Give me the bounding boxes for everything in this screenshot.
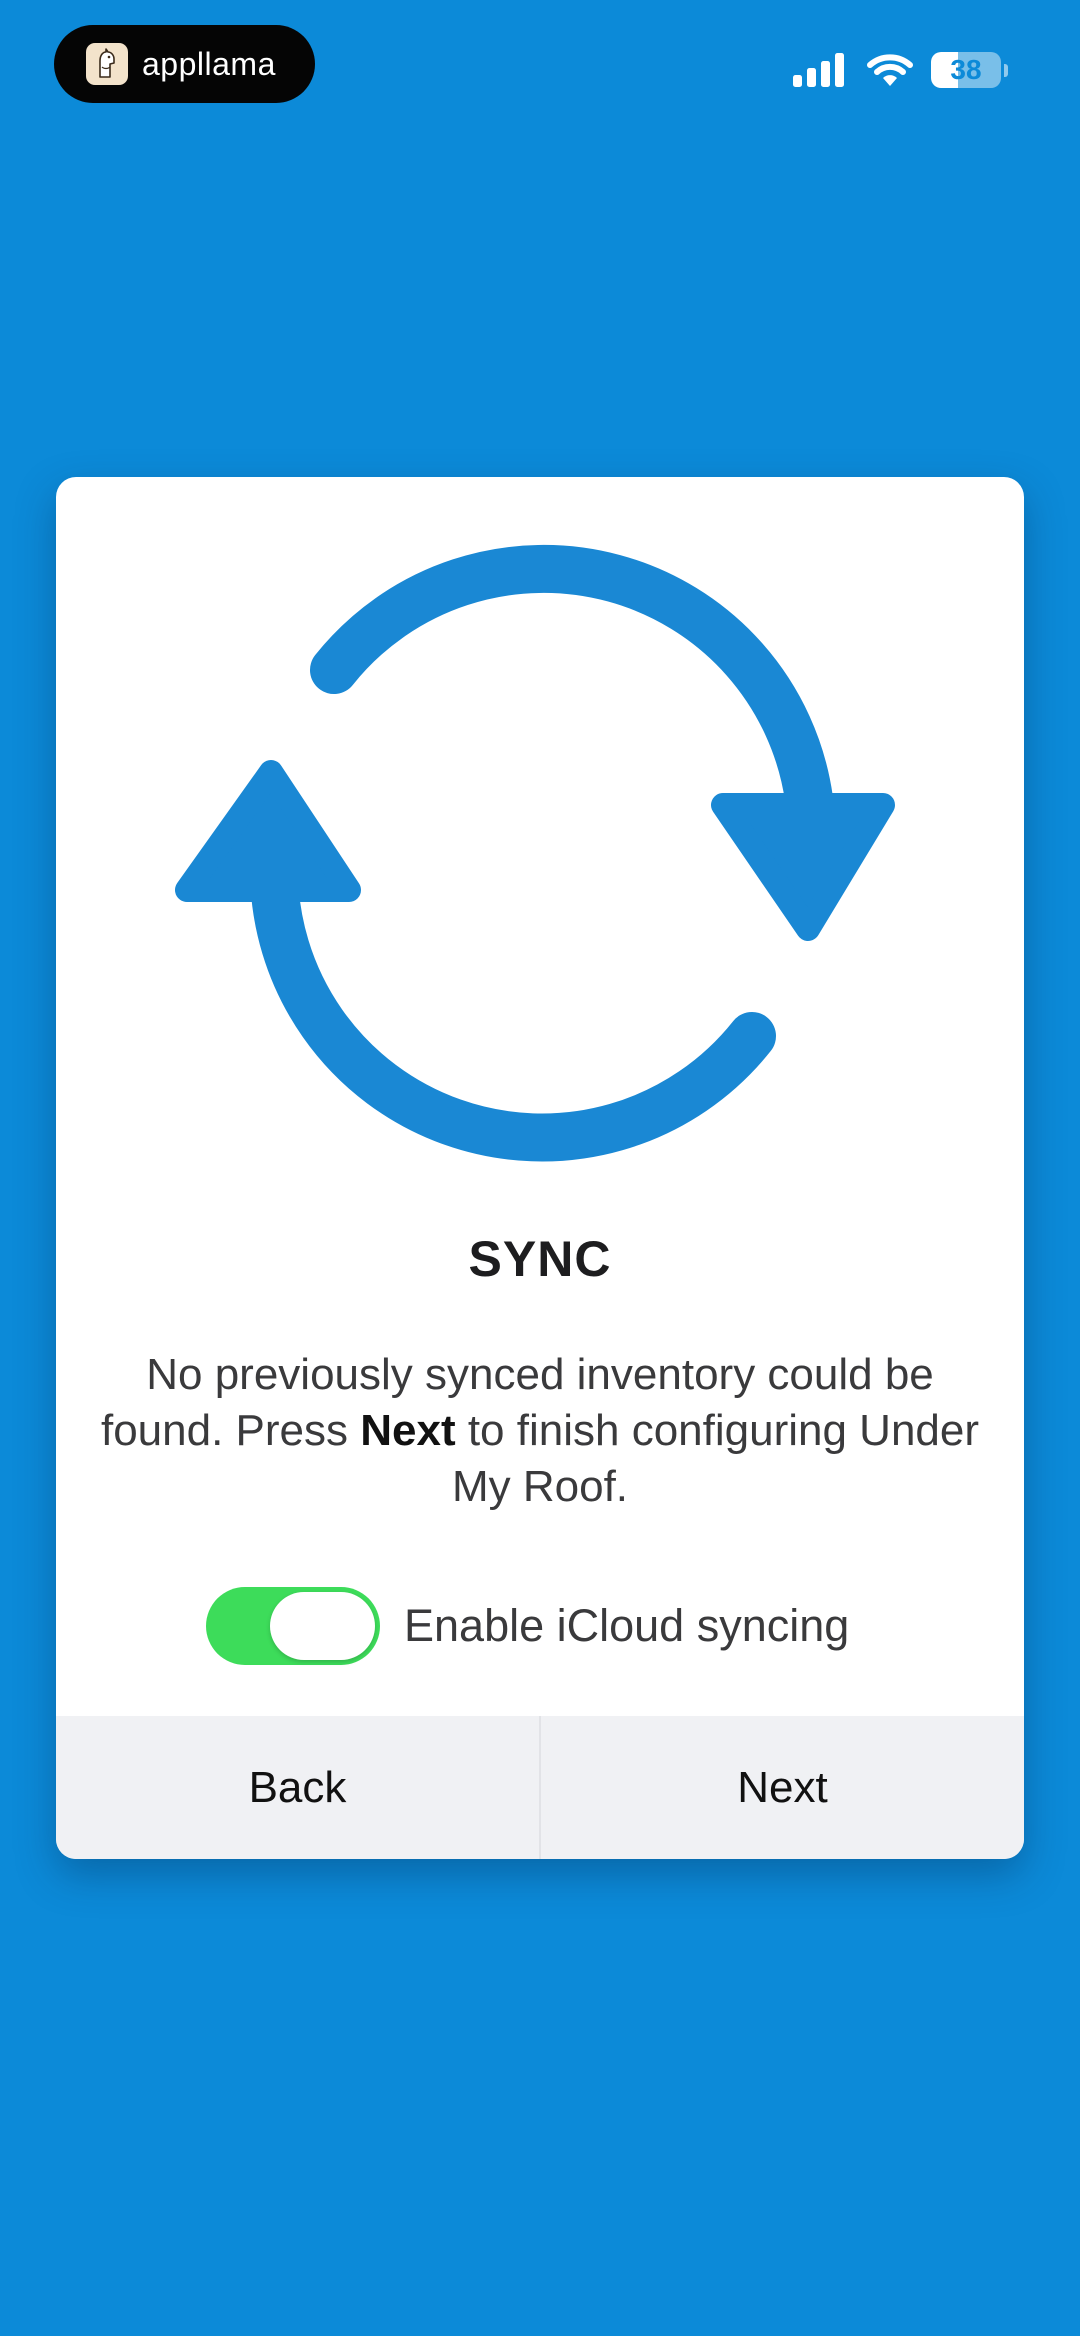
message-next-emphasis: Next xyxy=(360,1406,456,1455)
battery-indicator: 38 xyxy=(931,52,1008,88)
wifi-icon xyxy=(867,54,913,86)
sync-card: SYNC No previously synced inventory coul… xyxy=(56,477,1024,1859)
cellular-signal-icon xyxy=(793,53,844,87)
battery-icon: 38 xyxy=(931,52,1001,88)
status-icons: 38 xyxy=(793,50,1008,90)
toggle-knob xyxy=(270,1592,375,1660)
navigation-buttons: Back Next xyxy=(56,1716,1024,1859)
llama-logo-icon xyxy=(86,43,128,85)
message-text-end: to finish configuring Under My Roof. xyxy=(451,1406,980,1511)
icloud-sync-toggle-row: Enable iCloud syncing xyxy=(206,1587,849,1665)
back-button[interactable]: Back xyxy=(56,1716,539,1859)
icloud-sync-toggle[interactable] xyxy=(206,1587,380,1665)
sync-arrows-icon xyxy=(175,544,895,1162)
app-badge-pill[interactable]: appllama xyxy=(54,25,315,103)
app-badge-label: appllama xyxy=(142,45,276,82)
next-button[interactable]: Next xyxy=(541,1716,1024,1859)
card-title: SYNC xyxy=(468,1231,612,1287)
icloud-sync-label: Enable iCloud syncing xyxy=(404,1600,850,1651)
battery-tip xyxy=(1004,63,1008,77)
battery-percentage: 38 xyxy=(950,54,982,85)
card-message: No previously synced inventory could be … xyxy=(96,1347,984,1515)
